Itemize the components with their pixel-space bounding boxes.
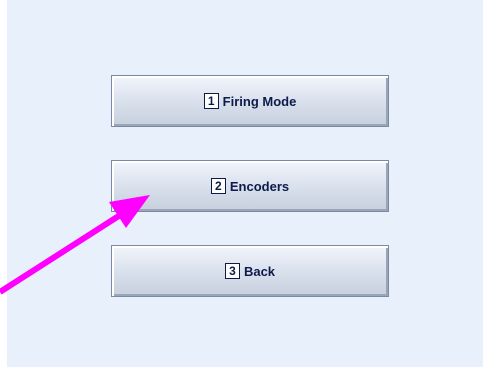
button-label: Firing Mode bbox=[222, 93, 297, 109]
encoders-button[interactable]: 2 Encoders bbox=[111, 160, 389, 212]
button-label: Back bbox=[243, 263, 276, 279]
shortcut-key-badge: 3 bbox=[224, 263, 240, 279]
button-label: Encoders bbox=[229, 178, 290, 194]
firing-mode-button[interactable]: 1 Firing Mode bbox=[111, 75, 389, 127]
shortcut-key-badge: 1 bbox=[203, 93, 219, 109]
shortcut-key-badge: 2 bbox=[210, 178, 226, 194]
menu-screen: 1 Firing Mode 2 Encoders 3 Back bbox=[7, 0, 483, 367]
back-button[interactable]: 3 Back bbox=[111, 245, 389, 297]
